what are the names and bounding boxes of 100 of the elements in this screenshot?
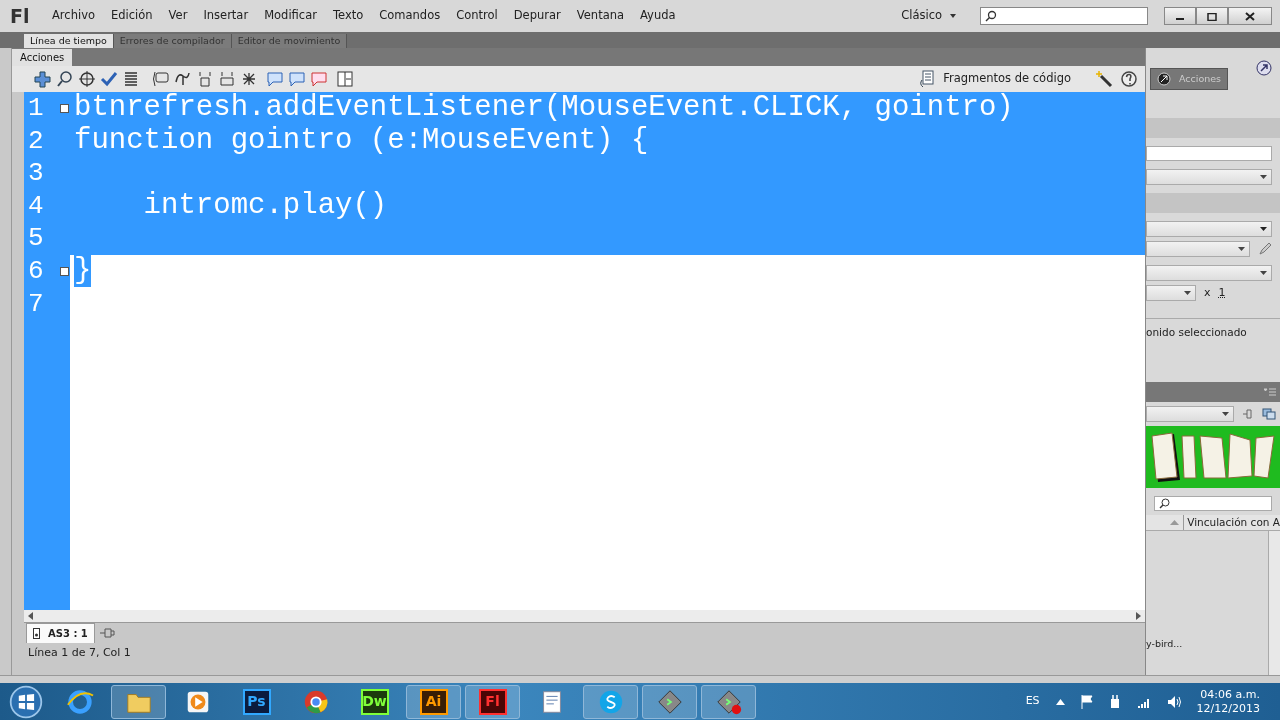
expand-icon[interactable] <box>240 70 258 88</box>
caret-icon <box>1260 175 1267 179</box>
column-header[interactable]: Vinculación con A <box>1183 515 1280 531</box>
scroll-right-icon[interactable] <box>1136 612 1141 620</box>
target-icon[interactable] <box>78 70 96 88</box>
menu-item[interactable]: Ventana <box>568 7 633 25</box>
line-number: 1 <box>27 92 45 125</box>
close-button[interactable] <box>1228 7 1272 25</box>
menu-item[interactable]: Insertar <box>195 7 257 25</box>
line-number: 2 <box>27 124 45 158</box>
menu-item[interactable]: Ayuda <box>632 7 684 25</box>
line-number: 4 <box>27 189 45 223</box>
line-number: 3 <box>27 157 45 190</box>
panel-tab[interactable]: Línea de tiempo <box>24 34 114 48</box>
menu-item[interactable]: Modificar <box>256 7 325 25</box>
caret-icon <box>1260 227 1267 231</box>
debug-icon[interactable] <box>174 70 192 88</box>
search-icon[interactable] <box>56 70 74 88</box>
maximize-button[interactable] <box>1196 7 1228 25</box>
dropdown[interactable] <box>1146 406 1234 423</box>
language-indicator[interactable]: ES <box>1025 693 1040 710</box>
check-icon[interactable] <box>100 70 118 88</box>
dropdown[interactable] <box>1146 285 1196 302</box>
menu-item[interactable]: Edición <box>103 7 161 25</box>
app-icon <box>714 687 743 716</box>
minimize-button[interactable] <box>1164 7 1196 25</box>
clock-date[interactable]: 12/12/2013 <box>1196 701 1260 716</box>
pencil-icon[interactable] <box>1258 242 1272 256</box>
script-tab[interactable]: AS3 : 1 <box>26 623 95 643</box>
text-field[interactable] <box>1146 146 1272 161</box>
format-icon[interactable] <box>122 70 140 88</box>
panel-icon[interactable] <box>336 70 354 88</box>
taskbar-button[interactable]: Ps <box>229 684 284 719</box>
dropdown[interactable] <box>1146 169 1272 185</box>
menu-item[interactable]: Control <box>448 7 506 25</box>
power-icon[interactable] <box>1108 694 1121 709</box>
search-icon <box>985 10 997 22</box>
comment-icon[interactable] <box>288 70 306 88</box>
help-icon[interactable] <box>1121 71 1137 87</box>
browser-icon <box>65 687 94 716</box>
taskbar-button[interactable]: Dw <box>347 684 402 719</box>
taskbar-button[interactable] <box>111 684 166 719</box>
caret-icon <box>1222 412 1229 417</box>
taskbar-button[interactable]: Ai <box>406 684 461 719</box>
snippets-icon <box>919 70 936 88</box>
code-snippets-link[interactable]: Fragmentos de código <box>943 70 1071 88</box>
caret-icon <box>950 14 956 18</box>
comment-icon[interactable] <box>266 70 284 88</box>
dropdown[interactable] <box>1146 241 1250 257</box>
add-icon[interactable] <box>34 70 52 88</box>
caret-icon <box>1184 291 1191 296</box>
caret-icon <box>1260 271 1267 275</box>
code-line: function gointro (e:MouseEvent) { <box>74 123 649 157</box>
caret-icon <box>1238 247 1245 251</box>
search-field[interactable] <box>1154 496 1272 512</box>
menu-icon[interactable] <box>1264 388 1276 397</box>
app-logo: Fl <box>9 3 31 29</box>
flag-icon[interactable] <box>1080 694 1093 709</box>
menu-item[interactable]: Comandos <box>371 7 449 25</box>
library-icon[interactable] <box>1262 408 1276 421</box>
uncomment-icon[interactable] <box>310 70 328 88</box>
library-item[interactable]: y-bird... <box>1146 636 1183 651</box>
repeat-label: x <box>1204 285 1211 301</box>
scroll-left-icon[interactable] <box>28 612 33 620</box>
line-number: 5 <box>27 222 45 255</box>
taskbar-button[interactable] <box>583 684 638 719</box>
status-text: Línea 1 de 7, Col 1 <box>28 644 131 661</box>
dropdown[interactable] <box>1146 265 1272 281</box>
dropdown[interactable] <box>1146 221 1272 237</box>
close-icon <box>1245 12 1255 21</box>
wand-icon[interactable] <box>1095 70 1113 88</box>
taskbar-button[interactable] <box>701 684 756 719</box>
pin-icon[interactable] <box>98 627 115 639</box>
search-icon <box>1159 498 1170 510</box>
maximize-icon <box>1207 12 1217 21</box>
menu-item[interactable]: Depurar <box>505 7 569 25</box>
menu-item[interactable]: Ver <box>160 7 196 25</box>
fold-marker[interactable] <box>59 266 69 276</box>
code-line: btnrefresh.addEventListener(MouseEvent.CLICK, gointro) <box>74 91 1014 124</box>
tray-arrow-icon[interactable] <box>1055 698 1065 705</box>
pin-icon[interactable] <box>1242 408 1254 421</box>
volume-icon[interactable] <box>1166 694 1181 709</box>
taskbar-button[interactable]: Fl <box>465 684 520 719</box>
repeat-value[interactable]: 1 <box>1218 285 1226 302</box>
code-hint-icon[interactable] <box>152 70 170 88</box>
taskbar-button[interactable] <box>642 684 697 719</box>
app-icon <box>655 687 684 716</box>
fold-marker[interactable] <box>59 103 69 113</box>
sort-icon[interactable] <box>1170 520 1180 526</box>
search-field[interactable] <box>980 7 1148 25</box>
sound-label: onido seleccionado <box>1146 325 1247 338</box>
code-line: intromc.play() <box>142 188 388 222</box>
line-number: 6 <box>27 254 45 288</box>
workspace-dropdown[interactable]: Clásico <box>893 7 964 25</box>
clock-time[interactable]: 04:06 a.m. <box>1200 687 1260 702</box>
menu-item[interactable]: Texto <box>324 7 372 25</box>
script-icon <box>33 628 40 639</box>
menu-item[interactable]: Archivo <box>44 7 103 25</box>
line-number: 7 <box>27 287 45 321</box>
panel-tab[interactable]: Acciones <box>12 49 73 66</box>
